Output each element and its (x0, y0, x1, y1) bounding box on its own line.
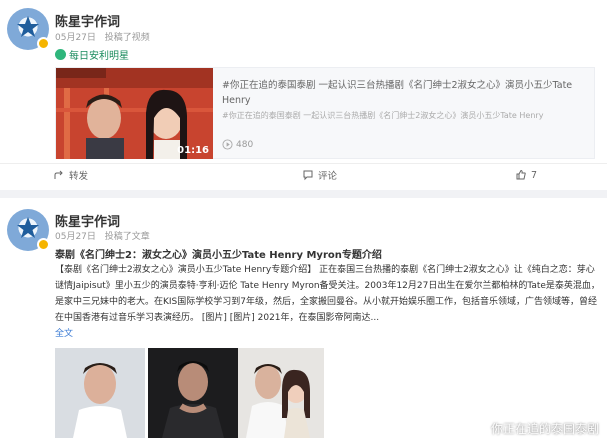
author-name[interactable]: 陈星宇作词 (55, 11, 120, 30)
read-more-link[interactable]: 全文 (55, 329, 73, 339)
video-title[interactable]: #你正在追的泰国泰剧 一起认识三台热播剧《名门绅士2淑女之心》演员小五少Tate… (222, 78, 588, 108)
action-bar: 转发 评论 7 (0, 164, 607, 186)
like-icon (516, 169, 526, 180)
post-action: 投稿了文章 (104, 232, 150, 242)
post-action: 投稿了视频 (104, 33, 150, 43)
post-meta: 05月27日 投稿了文章 (55, 229, 156, 242)
feed-card-video: 陈星宇作词 05月27日 投稿了视频 每日安利明星 01:16 #你正在追的泰国… (0, 0, 607, 190)
comment-icon (303, 170, 313, 181)
video-views: 480 (222, 139, 253, 150)
video-duration: 01:16 (177, 145, 209, 156)
topic-icon (55, 49, 66, 60)
post-date: 05月27日 (55, 232, 96, 242)
article-image-3 (238, 348, 324, 438)
watermark-text: 你正在追的泰国泰剧 (490, 422, 599, 436)
topic-label: 每日安利明星 (69, 51, 129, 62)
watermark-logo-icon (473, 421, 487, 436)
feed-card-article: 陈星宇作词 05月27日 投稿了文章 泰剧《名门绅士2：淑女之心》演员小五少Ta… (0, 198, 607, 447)
video-description: #你正在追的泰国泰剧 一起认识三台热播剧《名门绅士2淑女之心》演员小五少Tate… (222, 111, 544, 120)
like-button[interactable]: 7 (515, 169, 537, 181)
article-image-1 (55, 348, 145, 438)
article-body: 【泰剧《名门绅士2淑女之心》演员小五少Tate Henry专题介绍】 正在泰国三… (55, 262, 600, 342)
star-logo-icon (17, 16, 39, 37)
comment-button[interactable]: 评论 (302, 168, 337, 182)
share-icon (54, 170, 63, 179)
watermark: 你正在追的泰国泰剧 (473, 420, 599, 437)
article-image[interactable] (238, 348, 328, 438)
video-card[interactable]: 01:16 #你正在追的泰国泰剧 一起认识三台热播剧《名门绅士2淑女之心》演员小… (55, 67, 595, 159)
view-count: 480 (236, 139, 254, 150)
article-image-2 (148, 348, 238, 438)
star-logo-icon (17, 217, 39, 238)
video-thumbnail[interactable]: 01:16 (56, 68, 213, 159)
post-date: 05月27日 (55, 33, 96, 43)
comment-label: 评论 (318, 171, 338, 182)
article-image[interactable] (55, 348, 145, 438)
verified-badge-icon (37, 238, 50, 251)
post-meta: 05月27日 投稿了视频 (55, 30, 156, 43)
article-title[interactable]: 泰剧《名门绅士2：淑女之心》演员小五少Tate Henry Myron专题介绍 (55, 246, 382, 261)
topic-tag[interactable]: 每日安利明星 (55, 47, 129, 62)
article-image[interactable] (148, 348, 238, 438)
verified-badge-icon (37, 37, 50, 50)
article-text: 【泰剧《名门绅士2淑女之心》演员小五少Tate Henry专题介绍】 正在泰国三… (55, 265, 600, 323)
share-button[interactable]: 转发 (53, 168, 88, 182)
play-count-icon (222, 139, 233, 150)
like-count: 7 (531, 169, 538, 181)
share-label: 转发 (69, 171, 89, 182)
author-name[interactable]: 陈星宇作词 (55, 211, 120, 230)
